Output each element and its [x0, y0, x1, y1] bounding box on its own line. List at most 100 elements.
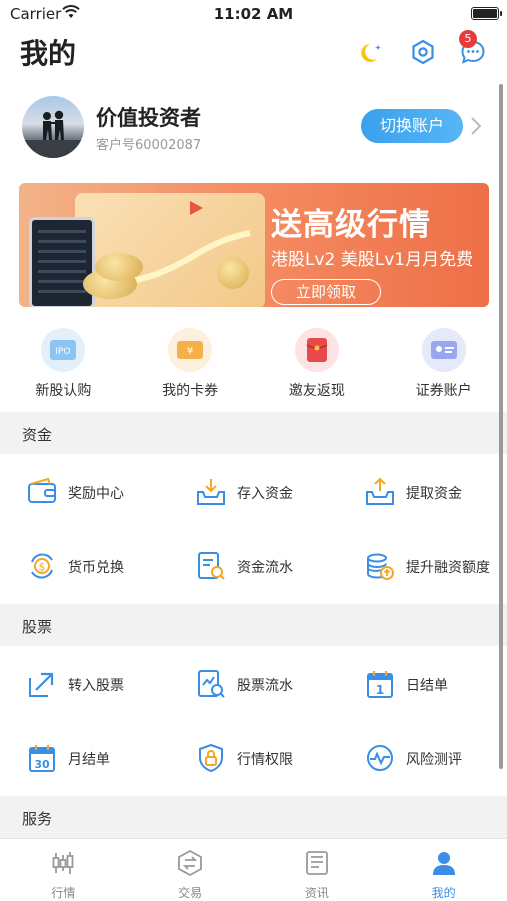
- news-icon: [305, 851, 328, 875]
- moon-icon[interactable]: [358, 38, 386, 66]
- daily-calendar-icon: 1: [367, 671, 393, 698]
- quick-action-label: 我的卡券: [162, 383, 219, 399]
- quick-action-referral[interactable]: 邀友返现: [254, 328, 381, 406]
- risk-assessment-icon: [367, 745, 393, 771]
- messages-button[interactable]: 5: [459, 30, 487, 66]
- coin-stack-icon: [367, 553, 394, 580]
- notification-badge: 5: [459, 30, 477, 48]
- currency-exchange-icon: $: [31, 553, 53, 579]
- calendar-digit: 30: [34, 758, 50, 771]
- tab-news[interactable]: 资讯: [254, 839, 381, 900]
- scrollbar[interactable]: [499, 84, 503, 769]
- settings-icon[interactable]: [409, 38, 437, 66]
- page-header: 我的 5: [0, 30, 507, 74]
- menu-item-label: 存入资金: [237, 486, 293, 502]
- avatar[interactable]: [22, 96, 84, 158]
- stocks-row-2: 30 月结单 行情权限 风险测评: [0, 721, 507, 795]
- section-title: 资金: [22, 426, 53, 444]
- coin-icon: [95, 253, 143, 281]
- menu-item-risk-assessment[interactable]: 风险测评: [338, 721, 507, 795]
- tab-label: 行情: [51, 886, 76, 900]
- menu-item-rewards[interactable]: 奖励中心: [0, 455, 169, 529]
- candlestick-icon: [52, 852, 74, 874]
- funds-row-2: $ 货币兑换 资金流水 提升融资额度: [0, 529, 507, 603]
- svg-text:IPO: IPO: [56, 347, 71, 357]
- trade-icon: [178, 849, 203, 877]
- coin-icon: [217, 257, 249, 289]
- stock-statement-icon: [198, 670, 225, 698]
- quick-action-coupons[interactable]: ¥ 我的卡券: [127, 328, 254, 406]
- user-icon: [432, 852, 455, 875]
- banner-headline: 送高级行情: [271, 207, 431, 243]
- stocks-row-1: 转入股票 股票流水 1 日结单: [0, 647, 507, 721]
- section-header-stocks: 股票: [0, 604, 507, 646]
- quick-actions: IPO 新股认购 ¥ 我的卡券 邀友返现 证券账户: [0, 328, 507, 406]
- menu-item-fund-statement[interactable]: 资金流水: [169, 529, 338, 603]
- battery-icon: [471, 7, 502, 20]
- tab-label: 交易: [178, 886, 203, 900]
- chevron-right-icon[interactable]: [470, 116, 482, 136]
- phone-illustration: [29, 217, 95, 307]
- quick-action-ipo[interactable]: IPO 新股认购: [0, 328, 127, 406]
- menu-item-label: 奖励中心: [68, 486, 124, 502]
- section-title: 服务: [22, 810, 53, 828]
- promo-banner[interactable]: 送高级行情 港股Lv2 美股Lv1月月免费 立即领取: [19, 183, 489, 307]
- svg-text:$: $: [39, 561, 46, 574]
- menu-item-withdraw[interactable]: 提取资金: [338, 455, 507, 529]
- claim-now-button[interactable]: 立即领取: [271, 279, 381, 305]
- tab-label: 我的: [431, 886, 456, 900]
- menu-item-label: 资金流水: [237, 560, 293, 576]
- ipo-icon: IPO: [41, 328, 86, 372]
- monthly-calendar-icon: 30: [29, 745, 55, 772]
- menu-item-margin-increase[interactable]: 提升融资额度: [338, 529, 507, 603]
- section-title: 股票: [22, 618, 53, 636]
- menu-item-monthly-statement[interactable]: 30 月结单: [0, 721, 169, 795]
- tab-market[interactable]: 行情: [0, 839, 127, 900]
- transfer-in-icon: [29, 672, 54, 697]
- fund-statement-icon: [198, 552, 225, 580]
- menu-item-daily-statement[interactable]: 1 日结单: [338, 647, 507, 721]
- profile-card[interactable]: 价值投资者 客户号60002087 切换账户: [0, 96, 507, 160]
- clock: 11:02 AM: [213, 5, 294, 23]
- menu-item-transfer-in-stocks[interactable]: 转入股票: [0, 647, 169, 721]
- switch-account-button[interactable]: 切换账户: [361, 109, 463, 143]
- menu-item-label: 股票流水: [237, 678, 293, 694]
- calendar-digit: 1: [376, 683, 384, 697]
- menu-item-currency-exchange[interactable]: $ 货币兑换: [0, 529, 169, 603]
- menu-item-label: 货币兑换: [68, 560, 124, 576]
- tab-bar: 行情 交易 资讯 我的: [0, 838, 507, 900]
- id-card-icon: [421, 328, 466, 372]
- menu-item-label: 风险测评: [406, 752, 462, 768]
- account-number: 客户号60002087: [96, 138, 202, 153]
- red-envelope-icon: [294, 328, 339, 372]
- coupon-icon: ¥: [168, 328, 213, 372]
- section-header-funds: 资金: [0, 412, 507, 454]
- couple-silhouette-icon: [22, 110, 84, 158]
- page-title: 我的: [20, 37, 77, 70]
- tab-trade[interactable]: 交易: [127, 839, 254, 900]
- quick-action-label: 邀友返现: [288, 383, 345, 399]
- section-header-services: 服务: [0, 796, 507, 838]
- menu-item-label: 提取资金: [406, 486, 462, 502]
- menu-item-market-permissions[interactable]: 行情权限: [169, 721, 338, 795]
- quick-action-securities-account[interactable]: 证券账户: [380, 328, 507, 406]
- user-name: 价值投资者: [96, 106, 201, 130]
- menu-item-stock-statement[interactable]: 股票流水: [169, 647, 338, 721]
- withdraw-icon: [366, 477, 394, 505]
- funds-row-1: 奖励中心 存入资金 提取资金: [0, 455, 507, 529]
- wallet-icon: [28, 477, 56, 503]
- menu-item-label: 行情权限: [237, 752, 293, 768]
- quick-action-label: 证券账户: [415, 383, 472, 399]
- status-bar: Carrier 11:02 AM: [0, 0, 507, 28]
- quick-action-label: 新股认购: [35, 383, 92, 399]
- banner-subtitle: 港股Lv2 美股Lv1月月免费: [271, 250, 474, 270]
- tab-label: 资讯: [304, 886, 329, 900]
- deposit-icon: [197, 479, 225, 505]
- menu-item-label: 日结单: [406, 678, 448, 694]
- shield-lock-icon: [199, 743, 223, 773]
- tab-me[interactable]: 我的: [380, 839, 507, 900]
- svg-text:¥: ¥: [187, 346, 193, 357]
- menu-item-deposit[interactable]: 存入资金: [169, 455, 338, 529]
- menu-item-label: 月结单: [68, 752, 110, 768]
- menu-item-label: 提升融资额度: [406, 560, 490, 576]
